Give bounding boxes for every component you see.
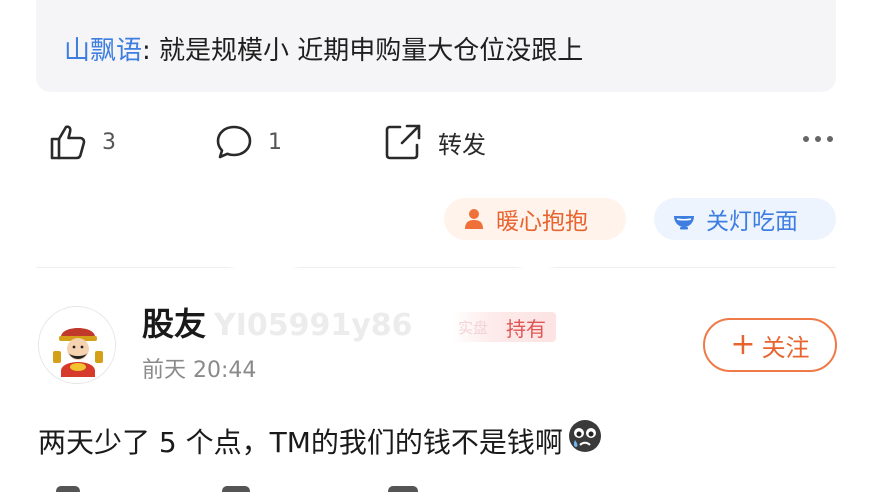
reply-separator: : <box>142 36 160 66</box>
next-action-bar-peek <box>0 484 870 492</box>
holding-badge-prefix: 实盘 <box>458 318 489 337</box>
follow-label: 关注 <box>761 333 810 362</box>
like-count: 3 <box>102 129 116 155</box>
avatar[interactable] <box>38 306 116 384</box>
follow-button[interactable]: + 关注 <box>703 318 837 372</box>
comment-count: 1 <box>268 129 282 155</box>
comment-bubble-icon <box>214 122 254 162</box>
more-options-button[interactable] <box>800 124 836 154</box>
warm-hug-reaction-button[interactable]: 暖心抱抱 <box>444 198 626 240</box>
fortune-god-avatar-icon <box>39 307 115 383</box>
lights-off-noodles-label: 关灯吃面 <box>706 209 798 235</box>
post-username[interactable]: 股友 <box>142 302 206 346</box>
quoted-reply-box[interactable]: 山飘语: 就是规模小 近期申购量大仓位没跟上 <box>36 0 836 92</box>
reply-username[interactable]: 山飘语 <box>64 36 142 66</box>
plus-icon: + <box>730 327 756 362</box>
like-button[interactable]: 3 <box>48 120 116 164</box>
share-label: 转发 <box>438 130 486 159</box>
peek-share-icon <box>388 486 418 492</box>
warm-hug-label: 暖心抱抱 <box>496 209 588 235</box>
post-user-id: YI05991y86 <box>214 308 413 343</box>
post-content: 两天少了 5 个点，TM的我们的钱不是钱啊 <box>38 418 603 467</box>
stock-community-feed: 山飘语: 就是规模小 近期申购量大仓位没跟上 3 1 转发 暖心抱抱 关灯吃面 … <box>0 0 870 492</box>
section-divider <box>36 267 836 268</box>
holding-badge: 实盘 持有 <box>452 312 556 342</box>
holding-badge-label: 持有 <box>506 316 546 341</box>
noodle-bowl-icon <box>672 207 696 231</box>
share-button[interactable]: 转发 <box>382 120 486 164</box>
comment-button[interactable]: 1 <box>214 120 282 164</box>
post-content-text: 两天少了 5 个点，TM的我们的钱不是钱啊 <box>38 425 563 459</box>
share-icon <box>382 121 424 163</box>
peek-comment-icon <box>222 486 250 492</box>
thumbs-up-icon <box>48 122 88 162</box>
post-timestamp: 前天 20:44 <box>142 358 257 383</box>
crying-face-emoji-icon <box>567 418 603 467</box>
more-dots-icon <box>800 136 836 142</box>
hug-person-icon <box>462 207 486 231</box>
peek-like-icon <box>56 486 80 492</box>
reply-text: 就是规模小 近期申购量大仓位没跟上 <box>159 36 584 66</box>
lights-off-noodles-reaction-button[interactable]: 关灯吃面 <box>654 198 836 240</box>
quoted-reply: 山飘语: 就是规模小 近期申购量大仓位没跟上 <box>64 34 583 68</box>
